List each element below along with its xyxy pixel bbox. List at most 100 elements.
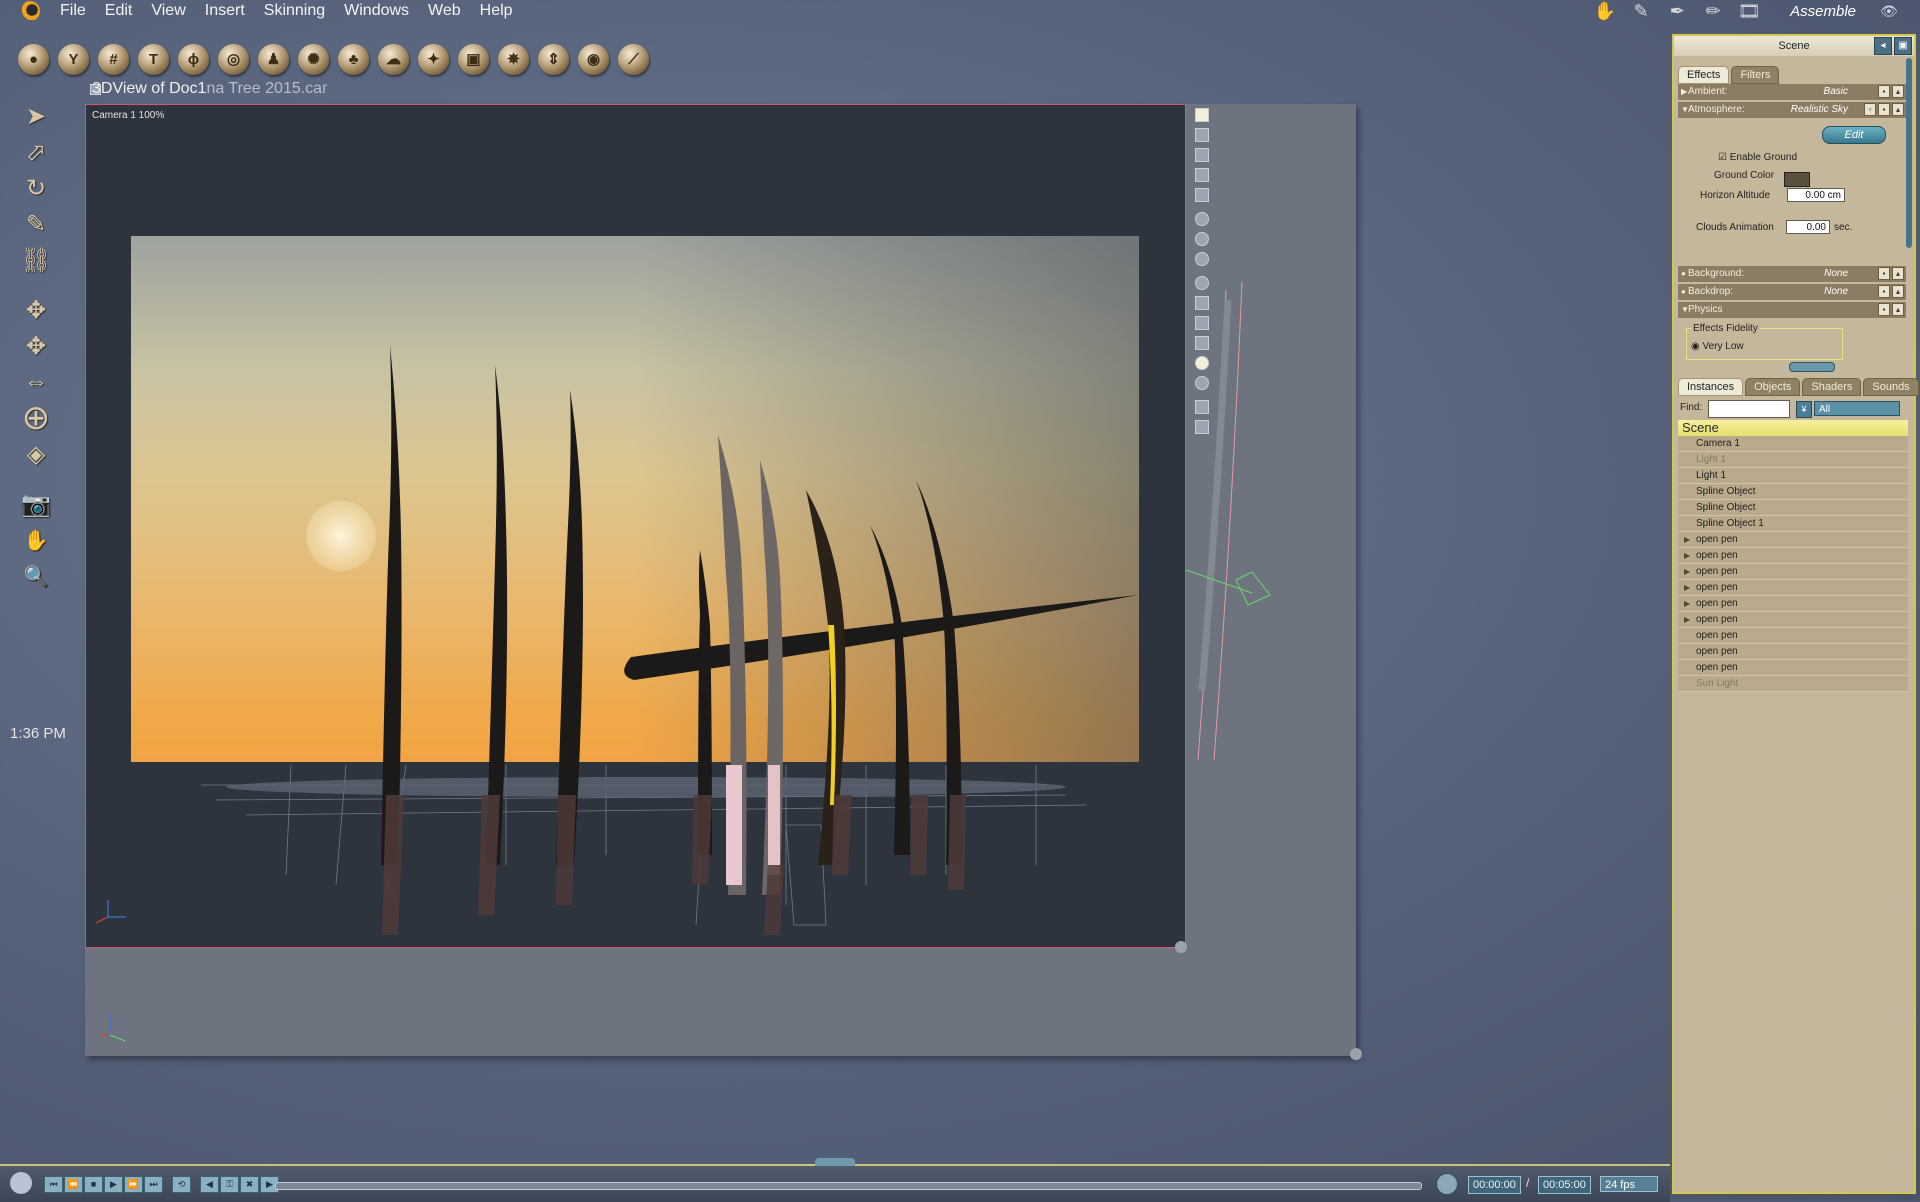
trackball-icon[interactable]: ⊕: [16, 399, 56, 437]
instance-row[interactable]: Sun Light: [1678, 676, 1908, 692]
physics-row[interactable]: ▼ Physics ▪ ▴: [1678, 302, 1906, 318]
figure-icon[interactable]: ♟: [258, 44, 289, 75]
window-mode-icon[interactable]: ▣: [1894, 37, 1912, 55]
menu-view[interactable]: View: [151, 2, 185, 20]
tab-effects[interactable]: Effects: [1678, 66, 1730, 84]
shaded-sphere-icon[interactable]: [1195, 356, 1209, 370]
play-icon[interactable]: ▶: [104, 1176, 123, 1193]
end-time-field[interactable]: 00:05:00: [1538, 1176, 1591, 1194]
key-icon[interactable]: ⚿: [220, 1176, 239, 1193]
viewport-resize-handle[interactable]: [1175, 941, 1187, 953]
grid-icon[interactable]: #: [98, 44, 129, 75]
atmosphere-row[interactable]: ▼ Atmosphere: Realistic Sky ▫ ▪ ▴: [1678, 102, 1906, 118]
target-icon[interactable]: ◉: [578, 44, 609, 75]
tree-icon[interactable]: ♣: [338, 44, 369, 75]
menu-insert[interactable]: Insert: [205, 2, 245, 20]
box-wire-icon[interactable]: [1195, 316, 1209, 330]
expand-right-icon[interactable]: ▶: [1684, 564, 1690, 579]
enable-ground-checkbox[interactable]: ☑ Enable Ground: [1718, 152, 1797, 163]
eye-icon[interactable]: 👁: [1880, 1, 1900, 21]
text-icon[interactable]: T: [138, 44, 169, 75]
fps-select[interactable]: 24 fps: [1600, 1176, 1658, 1192]
load-icon[interactable]: ▴: [1892, 103, 1904, 116]
hand-pan-icon[interactable]: ✋: [16, 522, 56, 558]
expand-right-icon[interactable]: ▶: [1684, 580, 1690, 595]
shield-alt-icon[interactable]: [1195, 232, 1209, 246]
step-back-icon[interactable]: ⏪: [64, 1176, 83, 1193]
navigate-icon[interactable]: [1195, 276, 1209, 290]
instance-row[interactable]: ▶ open pen: [1678, 532, 1908, 548]
load-icon[interactable]: ▴: [1892, 303, 1904, 316]
loop-icon[interactable]: ⟲: [172, 1176, 191, 1193]
single-view-icon[interactable]: [1195, 108, 1209, 122]
timeline-drawer-tab[interactable]: [815, 1158, 855, 1166]
menu-help[interactable]: Help: [480, 2, 513, 20]
ground-color-swatch[interactable]: [1784, 172, 1810, 187]
particles-icon[interactable]: ✺: [298, 44, 329, 75]
stop-icon[interactable]: ■: [84, 1176, 103, 1193]
deform-icon[interactable]: ⇕: [538, 44, 569, 75]
cube-icon[interactable]: ◈: [16, 436, 56, 472]
delete-key-icon[interactable]: ✖: [240, 1176, 259, 1193]
scene-header[interactable]: Scene: [1678, 420, 1908, 436]
film-reel-icon[interactable]: [10, 1172, 32, 1194]
camera-view-icon[interactable]: [1195, 400, 1209, 414]
expand-right-icon[interactable]: ▶: [1684, 596, 1690, 611]
instance-row[interactable]: open pen: [1678, 628, 1908, 644]
instance-row[interactable]: open pen: [1678, 644, 1908, 660]
zoom-icon[interactable]: 🔍: [16, 558, 56, 594]
load-icon[interactable]: ▴: [1892, 85, 1904, 98]
flame-icon[interactable]: ɸ: [178, 44, 209, 75]
arrow-select-icon[interactable]: ➤: [16, 98, 56, 134]
tab-instances[interactable]: Instances: [1678, 378, 1744, 396]
collapse-icon[interactable]: ◂: [1874, 37, 1892, 55]
cloud-icon[interactable]: ☁: [378, 44, 409, 75]
triple-view-icon[interactable]: [1195, 168, 1209, 182]
eyedropper-icon[interactable]: ✎: [16, 206, 56, 242]
edit-atmosphere-button[interactable]: Edit: [1822, 126, 1886, 144]
move-xy-icon[interactable]: ✥: [16, 292, 56, 328]
ring-icon[interactable]: ◎: [218, 44, 249, 75]
sky-preset-icon[interactable]: ▫: [1864, 103, 1876, 116]
save-icon[interactable]: ▪: [1878, 267, 1890, 280]
brush-room-icon[interactable]: ✏: [1700, 0, 1726, 22]
rotate-icon[interactable]: ↻: [16, 170, 56, 206]
split-view-icon[interactable]: [1195, 128, 1209, 142]
expand-right-icon[interactable]: ▶: [1684, 532, 1690, 547]
panel-splitter[interactable]: [1789, 362, 1835, 372]
clouds-animation-input[interactable]: 0.00: [1786, 220, 1830, 234]
ambient-row[interactable]: ▶ Ambient: Basic ▪ ▴: [1678, 84, 1906, 100]
menu-skinning[interactable]: Skinning: [264, 2, 325, 20]
go-start-icon[interactable]: ⏮: [44, 1176, 63, 1193]
instance-row[interactable]: Spline Object: [1678, 484, 1908, 500]
box-dotted-icon[interactable]: [1195, 296, 1209, 310]
find-options-icon[interactable]: ¥: [1796, 401, 1812, 418]
model-room-icon[interactable]: ✎: [1628, 0, 1654, 22]
fx-icon[interactable]: ✵: [498, 44, 529, 75]
direct-select-icon[interactable]: ⬀: [16, 134, 56, 170]
go-end-icon[interactable]: ⏭: [144, 1176, 163, 1193]
camera-object-icon[interactable]: ▣: [458, 44, 489, 75]
instance-row[interactable]: Spline Object: [1678, 500, 1908, 516]
filter-select[interactable]: All: [1814, 401, 1900, 416]
box-solid-icon[interactable]: [1195, 336, 1209, 350]
shield-wire-icon[interactable]: [1195, 252, 1209, 266]
move-y-icon[interactable]: ⇔: [16, 364, 56, 400]
atmosphere-value[interactable]: Realistic Sky: [1768, 102, 1848, 118]
light-icon[interactable]: ✦: [418, 44, 449, 75]
background-value[interactable]: None: [1768, 266, 1848, 282]
save-icon[interactable]: ▪: [1878, 303, 1890, 316]
prev-key-icon[interactable]: ◀: [200, 1176, 219, 1193]
instance-row[interactable]: Light 1: [1678, 468, 1908, 484]
background-row[interactable]: ● Background: None ▪ ▴: [1678, 266, 1906, 282]
backdrop-row[interactable]: ● Backdrop: None ▪ ▴: [1678, 284, 1906, 300]
pen-room-icon[interactable]: ✒: [1664, 0, 1690, 22]
tab-sounds[interactable]: Sounds: [1863, 378, 1919, 396]
fidelity-radio[interactable]: ◉ Very Low: [1691, 341, 1744, 352]
hand-room-icon[interactable]: ✋: [1592, 0, 1618, 22]
instance-row[interactable]: Camera 1: [1678, 436, 1908, 452]
cup-icon[interactable]: Y: [58, 44, 89, 75]
current-time-field[interactable]: 00:00:00: [1468, 1176, 1521, 1194]
load-icon[interactable]: ▴: [1892, 285, 1904, 298]
link-icon[interactable]: ⛓: [16, 242, 56, 278]
